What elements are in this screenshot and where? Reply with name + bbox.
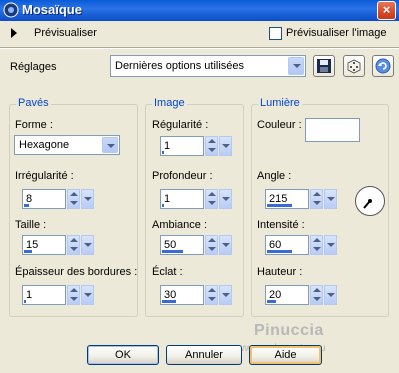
ambiance-spinner[interactable]: 50 bbox=[160, 235, 232, 255]
angle-dial[interactable] bbox=[355, 186, 385, 216]
reset-button[interactable] bbox=[372, 55, 394, 77]
profondeur-input[interactable]: 1 bbox=[160, 189, 204, 209]
ok-button[interactable]: OK bbox=[87, 345, 159, 365]
profondeur-bar bbox=[162, 204, 164, 207]
profondeur-spinner[interactable]: 1 bbox=[160, 189, 232, 209]
close-button[interactable]: × bbox=[377, 1, 396, 20]
ambiance-label: Ambiance : bbox=[152, 219, 208, 231]
spin-arrows-icon[interactable] bbox=[205, 285, 218, 305]
angle-needle-icon bbox=[363, 199, 372, 209]
forme-select-value: Hexagone bbox=[19, 139, 70, 151]
chevron-down-icon[interactable] bbox=[288, 57, 304, 75]
chevron-down-icon[interactable] bbox=[102, 137, 118, 153]
intensite-spinner[interactable]: 60 bbox=[265, 235, 337, 255]
cancel-button[interactable]: Annuler bbox=[166, 345, 242, 365]
spin-arrows-icon[interactable] bbox=[205, 136, 218, 156]
irregularite-bar bbox=[24, 204, 29, 207]
hauteur-input[interactable]: 20 bbox=[265, 285, 309, 305]
help-button[interactable]: Aide bbox=[249, 345, 322, 365]
presets-select[interactable]: Dernières options utilisées bbox=[110, 55, 306, 77]
intensite-label: Intensité : bbox=[257, 219, 305, 231]
couleur-label: Couleur : bbox=[257, 119, 302, 131]
title-bar: Mosaïque × bbox=[0, 0, 399, 21]
epaisseur-input[interactable]: 1 bbox=[22, 285, 66, 305]
spin-arrows-icon[interactable] bbox=[67, 235, 80, 255]
preview-image-label[interactable]: Prévisualiser l'image bbox=[286, 27, 387, 39]
taille-bar bbox=[24, 250, 32, 253]
color-swatch[interactable] bbox=[305, 118, 360, 142]
forme-label: Forme : bbox=[15, 119, 53, 131]
eclat-input[interactable]: 30 bbox=[160, 285, 204, 305]
save-preset-button[interactable] bbox=[313, 55, 335, 77]
image-legend: Image bbox=[152, 97, 187, 109]
paves-legend: Pavés bbox=[16, 97, 51, 109]
reset-icon bbox=[375, 58, 391, 74]
forme-select[interactable]: Hexagone bbox=[14, 135, 120, 155]
epaisseur-spinner[interactable]: 1 bbox=[22, 285, 94, 305]
hauteur-spinner[interactable]: 20 bbox=[265, 285, 337, 305]
angle-spinner[interactable]: 215 bbox=[265, 189, 337, 209]
irregularite-spinner[interactable]: 8 bbox=[22, 189, 94, 209]
app-icon bbox=[3, 2, 19, 18]
taille-input[interactable]: 15 bbox=[22, 235, 66, 255]
lumiere-legend: Lumière bbox=[258, 97, 302, 109]
separator bbox=[0, 47, 399, 49]
ambiance-bar bbox=[162, 250, 183, 253]
intensite-input[interactable]: 60 bbox=[265, 235, 309, 255]
mosaic-dialog: Mosaïque × Prévisualiser Prévisualiser l… bbox=[0, 0, 399, 373]
eclat-spinner[interactable]: 30 bbox=[160, 285, 232, 305]
intensite-bar bbox=[267, 250, 292, 253]
ambiance-input[interactable]: 50 bbox=[160, 235, 204, 255]
profondeur-label: Profondeur : bbox=[152, 170, 213, 182]
angle-label: Angle : bbox=[257, 170, 292, 182]
spin-arrows-icon[interactable] bbox=[310, 235, 323, 255]
hauteur-bar bbox=[267, 300, 276, 303]
preview-toggle-label[interactable]: Prévisualiser bbox=[34, 27, 97, 39]
spin-arrows-icon[interactable] bbox=[205, 189, 218, 209]
watermark-name: Pinuccia bbox=[254, 322, 324, 339]
chevron-down-icon[interactable] bbox=[219, 136, 232, 156]
save-icon bbox=[317, 59, 331, 73]
hauteur-label: Hauteur : bbox=[257, 266, 303, 278]
chevron-down-icon[interactable] bbox=[324, 189, 337, 209]
regularite-bar bbox=[162, 151, 164, 154]
spin-arrows-icon[interactable] bbox=[310, 189, 323, 209]
regularite-spinner[interactable]: 1 bbox=[160, 136, 232, 156]
chevron-down-icon[interactable] bbox=[219, 235, 232, 255]
dice-icon bbox=[347, 59, 361, 74]
profondeur-value: 1 bbox=[164, 193, 171, 205]
chevron-down-icon[interactable] bbox=[81, 285, 94, 305]
preview-row: Prévisualiser Prévisualiser l'image bbox=[0, 24, 399, 44]
irregularite-input[interactable]: 8 bbox=[22, 189, 66, 209]
epaisseur-bar bbox=[24, 300, 26, 303]
chevron-down-icon[interactable] bbox=[219, 285, 232, 305]
spin-arrows-icon[interactable] bbox=[67, 285, 80, 305]
regularite-label: Régularité : bbox=[152, 119, 209, 131]
regularite-input[interactable]: 1 bbox=[160, 136, 204, 156]
taille-label: Taille : bbox=[15, 219, 47, 231]
epaisseur-label: Épaisseur des bordures : bbox=[15, 266, 138, 278]
presets-select-value: Dernières options utilisées bbox=[115, 60, 245, 72]
taille-spinner[interactable]: 15 bbox=[22, 235, 94, 255]
chevron-down-icon[interactable] bbox=[219, 189, 232, 209]
expand-arrow-icon[interactable] bbox=[11, 28, 17, 38]
chevron-down-icon[interactable] bbox=[324, 285, 337, 305]
presets-label: Réglages bbox=[10, 61, 57, 73]
spin-arrows-icon[interactable] bbox=[310, 285, 323, 305]
angle-input[interactable]: 215 bbox=[265, 189, 309, 209]
chevron-down-icon[interactable] bbox=[324, 235, 337, 255]
regularite-value: 1 bbox=[164, 140, 171, 152]
spin-arrows-icon[interactable] bbox=[205, 235, 218, 255]
chevron-down-icon[interactable] bbox=[81, 189, 94, 209]
eclat-label: Éclat : bbox=[152, 266, 183, 278]
window-title: Mosaïque bbox=[22, 2, 82, 17]
epaisseur-value: 1 bbox=[26, 289, 33, 301]
preview-image-checkbox[interactable] bbox=[269, 27, 282, 40]
irregularite-label: Irrégularité : bbox=[15, 170, 74, 182]
randomize-button[interactable] bbox=[343, 55, 365, 77]
eclat-bar bbox=[162, 300, 176, 303]
chevron-down-icon[interactable] bbox=[81, 235, 94, 255]
spin-arrows-icon[interactable] bbox=[67, 189, 80, 209]
angle-bar bbox=[267, 204, 292, 207]
